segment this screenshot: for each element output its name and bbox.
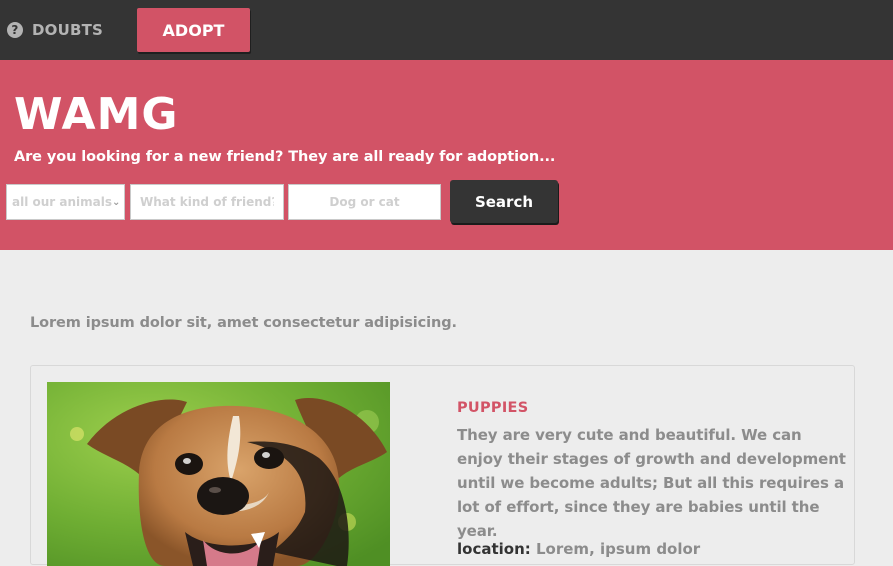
hero-banner: WAMG Are you looking for a new friend? T… [0, 60, 893, 250]
category-select-value: all our animals [12, 195, 112, 209]
nav-adopt-button[interactable]: ADOPT [137, 8, 250, 52]
hero-subtitle: Are you looking for a new friend? They a… [14, 149, 556, 165]
card-description: They are very cute and beautiful. We can… [457, 426, 846, 540]
top-navigation-bar: ? DOUBTS ADOPT [0, 0, 893, 60]
category-select[interactable]: all our animals ⌄ [6, 184, 125, 220]
location-value: Lorem, ipsum dolor [536, 540, 701, 558]
hero-title: WAMG [14, 89, 179, 140]
question-circle-icon: ? [7, 22, 23, 38]
kind-of-friend-input[interactable] [130, 184, 284, 220]
card-location: location: Lorem, ipsum dolor [457, 540, 700, 558]
card-heading: PUPPIES [457, 400, 529, 416]
search-button[interactable]: Search [450, 180, 558, 223]
dog-photo [47, 382, 390, 566]
location-label: location: [457, 540, 531, 558]
intro-text: Lorem ipsum dolor sit, amet consectetur … [30, 315, 457, 331]
nav-adopt-label: ADOPT [162, 20, 225, 40]
chevron-down-icon: ⌄ [112, 196, 121, 208]
dog-or-cat-input[interactable] [288, 184, 441, 220]
animal-card-puppies: PUPPIES They are very cute and beautiful… [30, 365, 855, 566]
nav-doubts-label: DOUBTS [32, 21, 104, 39]
nav-doubts-link[interactable]: ? DOUBTS [7, 20, 103, 40]
